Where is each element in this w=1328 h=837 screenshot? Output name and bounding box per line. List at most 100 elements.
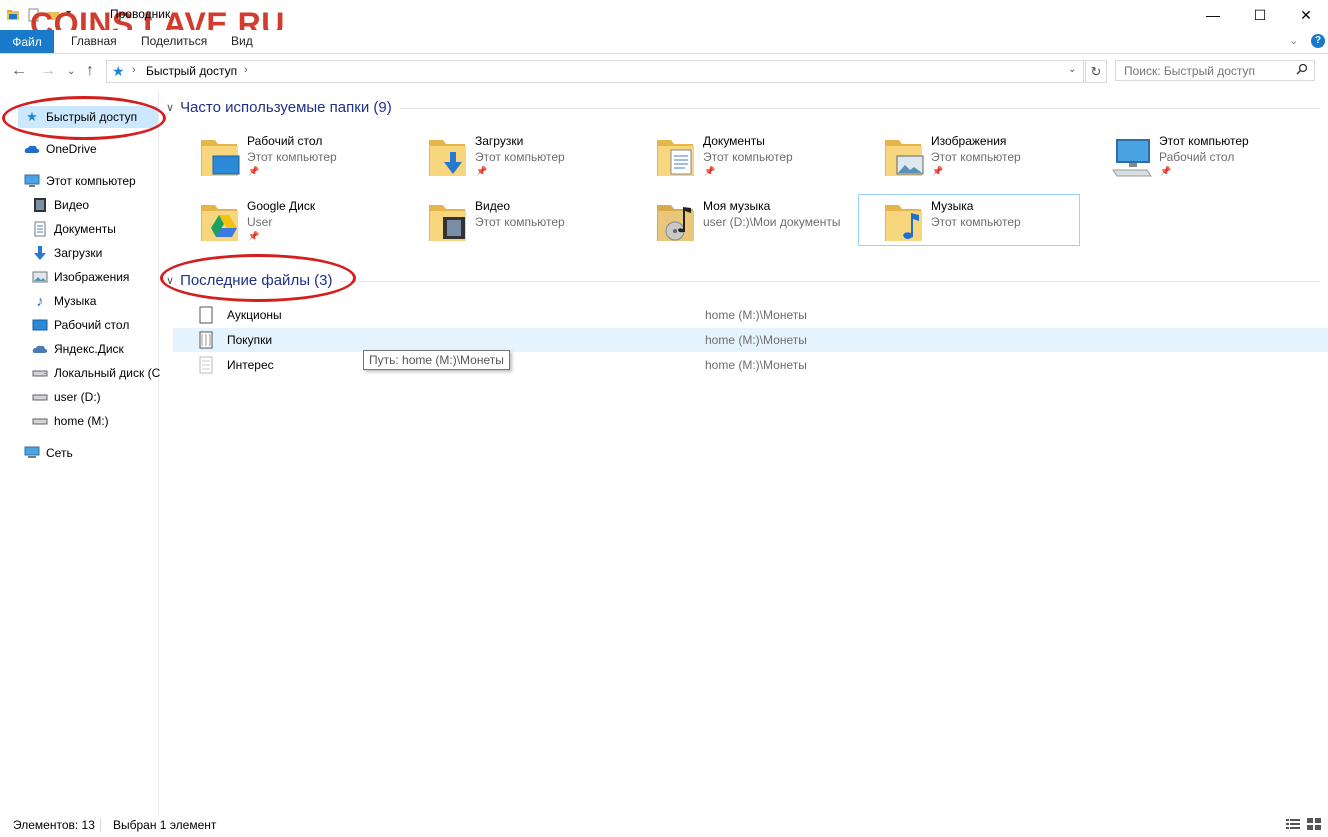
sidebar-item-label: Локальный диск (C: [54, 366, 161, 380]
sidebar-item-downloads[interactable]: Загрузки: [32, 245, 102, 261]
sidebar-item-pictures[interactable]: Изображения: [32, 269, 129, 285]
tab-file[interactable]: Файл: [0, 30, 54, 53]
address-bar[interactable]: [106, 60, 1084, 83]
close-button[interactable]: ✕: [1283, 0, 1328, 30]
sidebar-item-video[interactable]: Видео: [32, 197, 89, 213]
maximize-button[interactable]: ☐: [1237, 0, 1283, 30]
refresh-button[interactable]: ↻: [1085, 60, 1107, 83]
tile-location: Рабочий стол: [1159, 150, 1235, 164]
folder-tile-music[interactable]: Музыка Этот компьютер: [883, 195, 1105, 247]
recent-file-row[interactable]: Интерес home (M:)\Монеты: [173, 353, 1328, 377]
folder-tile-desktop[interactable]: Рабочий стол Этот компьютер 📌: [199, 130, 421, 182]
folder-tile-downloads[interactable]: Загрузки Этот компьютер 📌: [427, 130, 649, 182]
sidebar-item-music[interactable]: ♪ Музыка: [32, 292, 96, 310]
frequent-folders-header[interactable]: ∨ Часто используемые папки (9): [166, 99, 392, 116]
tile-name: Моя музыка: [703, 199, 771, 213]
divider: [100, 818, 101, 832]
search-icon[interactable]: [1296, 63, 1308, 78]
music-folder-icon: [655, 197, 699, 245]
pictures-folder-icon: [883, 132, 927, 180]
sidebar-item-home-m[interactable]: home (M:): [32, 413, 109, 429]
music-folder-icon: [883, 197, 927, 245]
tile-name: Этот компьютер: [1159, 134, 1249, 148]
file-name: Интерес: [227, 358, 274, 372]
tile-name: Загрузки: [475, 134, 524, 148]
folder-tile-pictures[interactable]: Изображения Этот компьютер 📌: [883, 130, 1105, 182]
divider: [340, 281, 1320, 282]
breadcrumb[interactable]: Быстрый доступ: [146, 64, 237, 78]
expand-ribbon-icon[interactable]: ⌄: [1289, 34, 1298, 47]
downloads-folder-icon: [427, 132, 471, 180]
tile-location: Этот компьютер: [931, 215, 1021, 229]
documents-icon: [32, 221, 48, 237]
search-input[interactable]: [1115, 60, 1315, 81]
sidebar-item-label: Видео: [54, 198, 90, 212]
selection-count: Выбран 1 элемент: [113, 818, 217, 832]
file-name: Покупки: [227, 333, 273, 347]
folder-tile-video[interactable]: Видео Этот компьютер: [427, 195, 649, 247]
sidebar-item-onedrive[interactable]: OneDrive: [24, 141, 97, 157]
sidebar-item-label: Рабочий стол: [54, 318, 130, 332]
tab-view[interactable]: Вид: [231, 34, 253, 48]
forward-button[interactable]: →: [40, 62, 56, 80]
cloud-icon: [24, 141, 40, 157]
sidebar-item-label: Изображения: [54, 270, 130, 284]
cloud-icon: [32, 341, 48, 357]
folder-tile-this-pc[interactable]: Этот компьютер Рабочий стол 📌: [1111, 130, 1328, 182]
sidebar-item-network[interactable]: Сеть: [24, 445, 73, 461]
pin-icon: 📌: [932, 166, 944, 176]
tile-name: Изображения: [931, 134, 1007, 148]
item-count: Элементов: 13: [13, 818, 95, 832]
help-icon[interactable]: ?: [1311, 34, 1325, 48]
folder-tile-google-drive[interactable]: Google Диск User 📌: [199, 195, 421, 247]
recent-file-row[interactable]: Аукционы home (M:)\Монеты: [173, 303, 1328, 327]
video-folder-icon: [427, 197, 471, 245]
sidebar-item-user-d[interactable]: user (D:): [32, 389, 101, 405]
sidebar-item-this-pc[interactable]: Этот компьютер: [24, 173, 136, 189]
minimize-button[interactable]: —: [1190, 0, 1236, 30]
video-icon: [32, 197, 48, 213]
breadcrumb-chevron-icon[interactable]: ›: [132, 64, 136, 76]
tile-location: Этот компьютер: [247, 150, 337, 164]
desktop-icon: [32, 317, 48, 333]
path-tooltip: Путь: home (M:)\Монеты: [363, 350, 510, 370]
sidebar-item-label: user (D:): [54, 390, 101, 404]
sidebar-item-documents[interactable]: Документы: [32, 221, 116, 237]
download-icon: [32, 245, 48, 261]
up-button[interactable]: ↑: [86, 62, 94, 80]
music-icon: ♪: [36, 292, 44, 310]
drive-icon: [32, 365, 48, 381]
window-title: Проводник: [110, 7, 171, 21]
sidebar-item-label: Яндекс.Диск: [54, 342, 124, 356]
recent-file-row[interactable]: Покупки home (M:)\Монеты: [173, 328, 1328, 352]
details-view-icon[interactable]: [1286, 818, 1300, 830]
drive-icon: [32, 413, 48, 429]
star-icon: ★: [112, 63, 125, 79]
tile-location: Этот компьютер: [931, 150, 1021, 164]
documents-folder-icon: [655, 132, 699, 180]
tab-share[interactable]: Поделиться: [141, 34, 207, 48]
pin-icon: 📌: [704, 166, 716, 176]
recent-locations-icon[interactable]: ⌄: [67, 66, 75, 77]
tile-name: Видео: [475, 199, 511, 213]
tile-name: Музыка: [931, 199, 974, 213]
pin-icon: 📌: [248, 166, 260, 176]
sidebar-item-desktop[interactable]: Рабочий стол: [32, 317, 129, 333]
sidebar-item-local-disk-c[interactable]: Локальный диск (C: [32, 365, 160, 381]
back-button[interactable]: ←: [11, 62, 27, 80]
folder-tile-documents[interactable]: Документы Этот компьютер 📌: [655, 130, 877, 182]
file-path: home (M:)\Монеты: [705, 308, 807, 322]
sidebar-item-yandex-disk[interactable]: Яндекс.Диск: [32, 341, 124, 357]
breadcrumb-chevron-icon[interactable]: ›: [244, 64, 248, 76]
address-dropdown-icon[interactable]: ⌄: [1068, 64, 1076, 75]
large-icons-view-icon[interactable]: [1307, 818, 1321, 830]
file-icon: [199, 356, 213, 374]
tile-location: Этот компьютер: [475, 215, 565, 229]
folder-tile-my-music[interactable]: Моя музыка user (D:)\Мои документы: [655, 195, 877, 247]
tile-location: User: [247, 215, 273, 229]
tile-name: Google Диск: [247, 199, 316, 213]
group-title: Часто используемые папки (9): [180, 99, 392, 116]
file-path: home (M:)\Монеты: [705, 358, 807, 372]
computer-icon: [24, 173, 40, 189]
tab-home[interactable]: Главная: [71, 34, 117, 48]
